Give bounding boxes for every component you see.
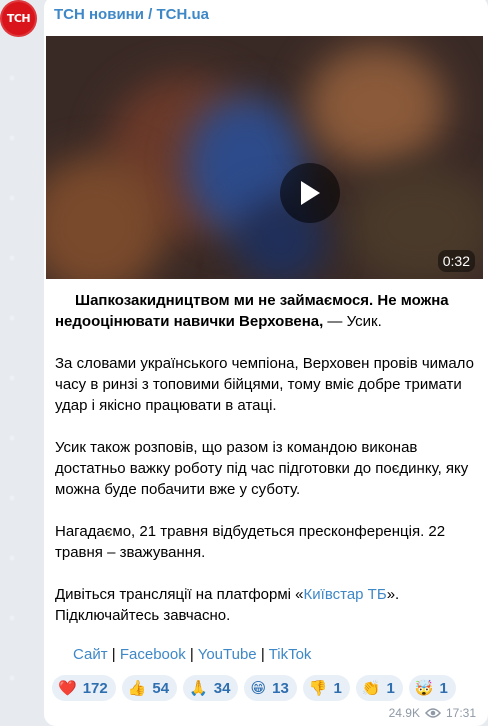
reaction-count: 54	[152, 679, 170, 697]
post-bold-quote: Шапкозакидництвом ми не займаємося. Не м…	[55, 292, 449, 330]
reaction-heart[interactable]: ❤️ 172	[52, 675, 116, 701]
message-time: 17:31	[445, 706, 476, 720]
post-paragraph-1: Шапкозакидництвом ми не займаємося. Не м…	[55, 290, 475, 332]
reaction-count: 13	[272, 679, 289, 697]
reaction-count: 172	[82, 679, 108, 697]
reaction-count: 1	[333, 679, 342, 697]
mind-blown-icon: 🤯	[414, 679, 434, 697]
post-paragraph-4: Нагадаємо, 21 травня відбудеться прескон…	[55, 523, 446, 561]
thumbs-up-icon: 👍	[127, 679, 147, 697]
message-meta: 24.9K 17:31	[389, 706, 476, 720]
post-text: Шапкозакидництвом ми не займаємося. Не м…	[55, 290, 475, 647]
praying-hands-icon: 🙏	[189, 679, 208, 697]
youtube-link[interactable]: YouTube	[198, 646, 257, 663]
reaction-count: 1	[386, 679, 395, 697]
link-separator: |	[189, 646, 194, 663]
kyivstar-tv-link[interactable]: Київстар ТБ	[304, 586, 387, 603]
post-paragraph-2: За словами українського чемпіона, Верхов…	[55, 355, 474, 414]
reaction-praying-hands[interactable]: 🙏 34	[183, 675, 239, 701]
eye-icon	[424, 708, 441, 718]
channel-name[interactable]: ТСН новини / TCH.ua	[54, 6, 209, 23]
facebook-link[interactable]: Facebook	[120, 646, 186, 663]
p5-before: Дивіться трансляції на платформі «	[55, 586, 304, 603]
reactions-bar: ❤️ 172 👍 54 🙏 34 😁 13 👎 1 👏 1 🤯 1	[52, 675, 456, 701]
tiktok-link[interactable]: TikTok	[269, 646, 312, 663]
avatar-text: ТСН	[6, 12, 31, 25]
thumbs-down-icon: 👎	[308, 679, 328, 697]
site-link[interactable]: Сайт	[73, 646, 108, 663]
reaction-count: 34	[213, 679, 231, 697]
post-paragraph-5: Дивіться трансляції на платформі «Київст…	[55, 584, 475, 626]
reaction-count: 1	[439, 679, 448, 697]
play-button[interactable]	[280, 163, 340, 223]
post-quote-author: — Усик.	[323, 313, 382, 330]
channel-avatar[interactable]: ТСН	[0, 0, 37, 37]
clapping-icon: 👏	[361, 679, 381, 697]
reaction-mind-blown[interactable]: 🤯 1	[408, 675, 456, 701]
link-separator: |	[260, 646, 265, 663]
video-duration: 0:32	[437, 250, 475, 272]
grin-icon: 😁	[250, 679, 267, 697]
heart-icon: ❤️	[58, 679, 77, 697]
social-links: Сайт | Facebook | YouTube | TikTok	[55, 646, 311, 663]
reaction-thumbs-down[interactable]: 👎 1	[302, 675, 350, 701]
reaction-thumbs-up[interactable]: 👍 54	[121, 675, 178, 701]
reaction-clapping[interactable]: 👏 1	[355, 675, 403, 701]
video-preview[interactable]: 0:32	[46, 36, 483, 279]
reaction-grin[interactable]: 😁 13	[244, 675, 297, 701]
play-icon	[301, 181, 320, 205]
link-separator: |	[111, 646, 116, 663]
view-count: 24.9K	[388, 706, 420, 720]
post-paragraph-3: Усик також розповів, що разом із командо…	[55, 439, 469, 498]
